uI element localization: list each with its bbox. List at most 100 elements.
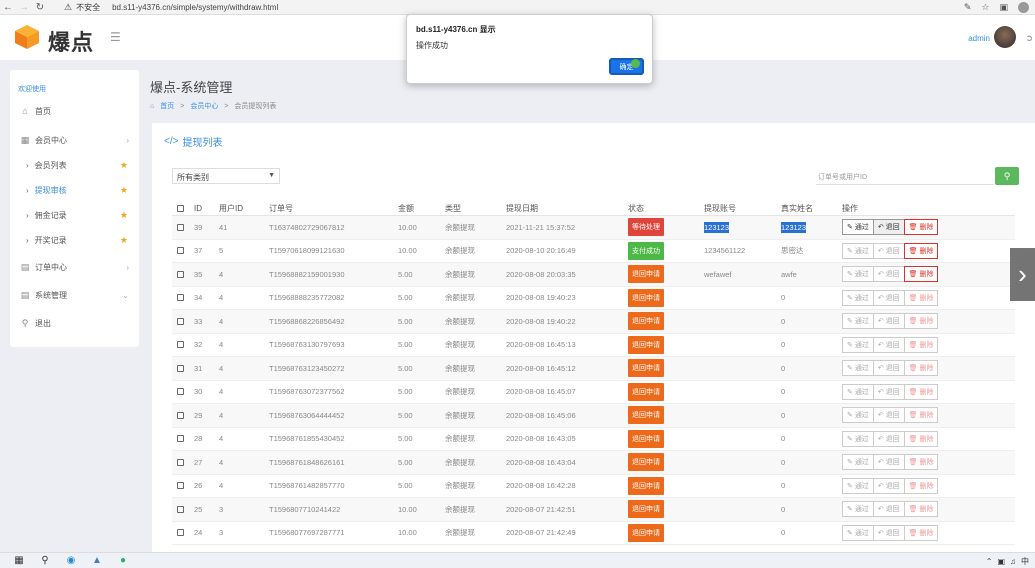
ime-icon[interactable]: 中 — [1021, 556, 1029, 567]
favorites-icon[interactable]: ☆ — [981, 2, 989, 13]
header-date[interactable]: 提现日期 — [506, 201, 538, 215]
sidebar-item-home[interactable]: ⌂ 首页 — [10, 102, 139, 120]
row-checkbox[interactable] — [177, 287, 184, 310]
pass-button[interactable]: ✎ 通过 — [842, 524, 874, 541]
sidebar-item-lottery[interactable]: › 开奖记录 ★ — [10, 231, 139, 249]
delete-button[interactable]: 🗑 删除 — [903, 501, 939, 518]
header-id[interactable]: ID — [194, 201, 202, 215]
delete-button[interactable]: 🗑 删除 — [903, 313, 939, 330]
forward-icon[interactable]: → — [16, 0, 32, 15]
delete-button[interactable]: 🗑 删除 — [903, 454, 939, 471]
edge-icon[interactable]: ◉ — [64, 555, 78, 567]
address-bar[interactable]: bd.s11-y4376.cn/simple/systemy/withdraw.… — [112, 3, 278, 12]
return-button[interactable]: ↶ 退回 — [872, 454, 905, 471]
delete-button[interactable]: 🗑 删除 — [903, 336, 939, 353]
return-button[interactable]: ↶ 退回 — [872, 430, 905, 447]
pass-button[interactable]: ✎ 通过 — [842, 266, 874, 283]
next-arrow-button[interactable]: › — [1010, 248, 1035, 301]
row-checkbox[interactable] — [177, 404, 184, 427]
sidebar-item-system[interactable]: ▤ 系统管理 ⌄ — [10, 286, 139, 304]
pass-button[interactable]: ✎ 通过 — [842, 313, 874, 330]
network-icon[interactable]: ▣ — [997, 557, 1005, 566]
return-button[interactable]: ↶ 退回 — [872, 242, 905, 259]
header-order[interactable]: 订单号 — [269, 201, 293, 215]
delete-button[interactable]: 🗑 删除 — [903, 219, 939, 236]
sidebar-item-members[interactable]: ▦ 会员中心 › — [10, 131, 139, 149]
header-type[interactable]: 类型 — [445, 201, 461, 215]
sidebar-item-member-list[interactable]: › 会员列表 ★ — [10, 156, 139, 174]
row-checkbox[interactable] — [177, 310, 184, 333]
return-button[interactable]: ↶ 退回 — [872, 360, 905, 377]
row-checkbox[interactable] — [177, 381, 184, 404]
header-account[interactable]: 提现账号 — [704, 201, 736, 215]
pass-button[interactable]: ✎ 通过 — [842, 430, 874, 447]
row-checkbox[interactable] — [177, 240, 184, 263]
pass-button[interactable]: ✎ 通过 — [842, 501, 874, 518]
menu-toggle-icon[interactable]: ☰ — [110, 30, 121, 44]
header-status[interactable]: 状态 — [628, 201, 644, 215]
delete-button[interactable]: 🗑 删除 — [903, 407, 939, 424]
search-button[interactable]: ⚲ — [995, 167, 1019, 185]
return-button[interactable]: ↶ 退回 — [872, 289, 905, 306]
back-icon[interactable]: ← — [0, 0, 16, 15]
pass-button[interactable]: ✎ 通过 — [842, 407, 874, 424]
ok-button[interactable]: 确定 — [609, 58, 644, 75]
return-button[interactable]: ↶ 退回 — [872, 407, 905, 424]
logout-icon[interactable]: ➲ — [1025, 33, 1033, 44]
pass-button[interactable]: ✎ 通过 — [842, 383, 874, 400]
type-select[interactable]: 所有类别 ▼ — [172, 168, 280, 184]
return-button[interactable]: ↶ 退回 — [872, 477, 905, 494]
pass-button[interactable]: ✎ 通过 — [842, 336, 874, 353]
header-amount[interactable]: 金额 — [398, 201, 414, 215]
sidebar-item-orders[interactable]: ▤ 订单中心 › — [10, 258, 139, 276]
delete-button[interactable]: 🗑 删除 — [903, 242, 939, 259]
delete-button[interactable]: 🗑 删除 — [903, 477, 939, 494]
breadcrumb-home[interactable]: 首页 — [160, 101, 174, 111]
row-checkbox[interactable] — [177, 263, 184, 286]
delete-button[interactable]: 🗑 删除 — [903, 360, 939, 377]
pass-button[interactable]: ✎ 通过 — [842, 360, 874, 377]
row-checkbox[interactable] — [177, 522, 184, 545]
return-button[interactable]: ↶ 退回 — [872, 383, 905, 400]
read-aloud-icon[interactable]: ✎ — [964, 2, 972, 13]
delete-button[interactable]: 🗑 删除 — [903, 524, 939, 541]
insecure-label[interactable]: 不安全 — [76, 2, 100, 13]
pass-button[interactable]: ✎ 通过 — [842, 219, 874, 236]
return-button[interactable]: ↶ 退回 — [872, 313, 905, 330]
volume-icon[interactable]: ♫ — [1010, 557, 1016, 566]
sidebar-item-logout[interactable]: ⚲ 退出 — [10, 314, 139, 332]
row-checkbox[interactable] — [177, 216, 184, 239]
row-checkbox[interactable] — [177, 451, 184, 474]
avatar[interactable] — [994, 26, 1016, 48]
delete-button[interactable]: 🗑 删除 — [903, 266, 939, 283]
delete-button[interactable]: 🗑 删除 — [903, 430, 939, 447]
sidebar-item-commission[interactable]: › 佣金记录 ★ — [10, 206, 139, 224]
admin-name[interactable]: admin — [968, 34, 990, 43]
pass-button[interactable]: ✎ 通过 — [842, 477, 874, 494]
header-name[interactable]: 真实姓名 — [781, 201, 813, 215]
reload-icon[interactable]: ↻ — [32, 0, 48, 15]
row-checkbox[interactable] — [177, 428, 184, 451]
delete-button[interactable]: 🗑 删除 — [903, 289, 939, 306]
pass-button[interactable]: ✎ 通过 — [842, 289, 874, 306]
row-checkbox[interactable] — [177, 498, 184, 521]
search-icon[interactable]: ⚲ — [38, 555, 52, 567]
profile-icon[interactable] — [1018, 2, 1029, 13]
return-button[interactable]: ↶ 退回 — [872, 336, 905, 353]
return-button[interactable]: ↶ 退回 — [872, 219, 905, 236]
app-icon[interactable]: ▲ — [90, 555, 104, 567]
collections-icon[interactable]: ▣ — [999, 2, 1008, 13]
tray-arrow-icon[interactable]: ⌃ — [986, 557, 993, 566]
windows-start-icon[interactable]: ▦ — [12, 555, 26, 567]
select-all-checkbox[interactable] — [177, 201, 184, 215]
pass-button[interactable]: ✎ 通过 — [842, 454, 874, 471]
sidebar-item-withdraw-review[interactable]: › 提现审核 ★ — [10, 181, 139, 199]
return-button[interactable]: ↶ 退回 — [872, 524, 905, 541]
breadcrumb-members[interactable]: 会员中心 — [190, 101, 218, 111]
return-button[interactable]: ↶ 退回 — [872, 266, 905, 283]
row-checkbox[interactable] — [177, 334, 184, 357]
delete-button[interactable]: 🗑 删除 — [903, 383, 939, 400]
return-button[interactable]: ↶ 退回 — [872, 501, 905, 518]
pass-button[interactable]: ✎ 通过 — [842, 242, 874, 259]
row-checkbox[interactable] — [177, 475, 184, 498]
